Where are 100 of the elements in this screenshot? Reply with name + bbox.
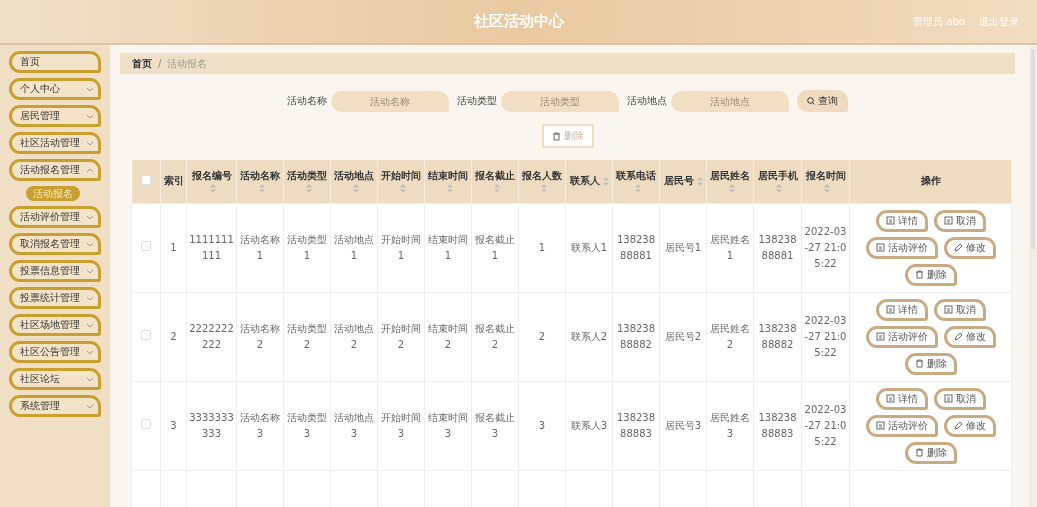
table-cell: 3 [538,419,546,431]
sort-icon[interactable] [493,184,500,194]
table-cell: 13823888881 [758,233,797,261]
trash-icon [914,270,924,279]
table-cell: 活动名称3 [240,411,280,439]
row-checkbox[interactable] [141,240,151,251]
search-field[interactable]: 活动地点 [671,90,789,112]
select-all-checkbox[interactable] [140,175,151,186]
sidebar-item[interactable]: 社区活动管理 [9,132,101,154]
column-header: 报名编号 [191,169,232,181]
column-header: 结束时间 [428,169,468,181]
table-cell: 居民姓名3 [710,411,750,439]
chevron-down-icon [86,295,94,301]
query-button[interactable]: 查询 [797,90,848,112]
trash-icon [914,359,924,368]
document-icon [943,216,953,225]
sidebar-item[interactable]: 投票统计管理 [9,287,101,309]
sidebar-item[interactable]: 居民管理 [9,105,101,127]
search-field[interactable]: 活动名称 [331,90,449,112]
table-cell: 2022-03-27 21:05:22 [804,403,847,447]
chevron-down-icon [86,86,94,92]
field-label: 活动类型 [457,94,497,108]
pencil-icon [953,332,963,341]
table-cell: 13823888883 [758,411,797,439]
sort-icon[interactable] [352,184,359,194]
row-checkbox[interactable] [141,329,151,340]
sidebar-item[interactable]: 社区论坛 [9,368,101,390]
table-cell: 开始时间1 [381,233,421,261]
document-icon [875,332,885,341]
field-label: 活动名称 [287,94,327,108]
sort-icon[interactable] [399,184,406,194]
table-cell: 3333333333 [189,411,234,439]
action-button[interactable]: 取消 [933,209,986,232]
table-cell: 联系人3 [570,419,608,431]
row-checkbox[interactable] [141,418,151,429]
chevron-down-icon [86,241,94,247]
action-button[interactable]: 删除 [904,352,957,375]
sidebar-item[interactable]: 个人中心 [9,78,101,100]
trash-icon [914,448,924,457]
column-header: 联系电话 [616,169,656,181]
action-button[interactable]: 详情 [875,298,928,321]
action-button[interactable]: 修改 [943,414,996,437]
table-cell: 联系人2 [570,330,608,342]
action-button[interactable]: 详情 [875,387,928,410]
document-icon [943,394,953,403]
sidebar-item[interactable]: 活动评价管理 [9,206,101,228]
action-button[interactable]: 取消 [933,298,986,321]
document-icon [885,216,895,225]
sidebar-item[interactable]: 取消报名管理 [9,233,101,255]
table-cell: 13823888881 [616,233,656,261]
sort-icon[interactable] [258,184,265,194]
sort-icon[interactable] [824,184,830,194]
breadcrumb-separator: / [158,58,162,69]
sort-icon[interactable] [728,184,735,194]
action-button[interactable]: 修改 [943,325,996,348]
sort-icon[interactable] [305,184,312,194]
table-cell: 2022-03-27 21:05:22 [804,314,847,358]
sidebar-item[interactable]: 首页 [9,51,101,73]
breadcrumb-item[interactable]: 首页 [132,56,152,71]
sort-icon[interactable] [210,184,216,194]
sidebar-item[interactable]: 投票信息管理 [9,260,101,282]
sort-icon[interactable] [602,176,609,186]
sort-icon[interactable] [776,184,782,194]
table-cell: 活动地点3 [334,411,374,439]
chevron-down-icon [86,349,94,355]
sort-icon[interactable] [446,184,453,194]
search-field[interactable]: 活动类型 [501,90,619,112]
table-cell: 2222222222 [189,322,234,350]
sidebar-item[interactable]: 社区公告管理 [9,341,101,363]
sort-icon[interactable] [540,184,547,194]
sort-icon[interactable] [696,176,703,186]
search-icon [807,97,815,105]
sort-icon[interactable] [634,184,641,194]
table-cell: 13823888883 [616,411,656,439]
chevron-down-icon [86,113,94,119]
column-header: 活动类型 [287,169,327,181]
action-button[interactable]: 删除 [904,263,957,286]
action-button[interactable]: 取消 [933,387,986,410]
table-cell: 联系人1 [570,241,608,253]
trash-icon [551,131,561,141]
table-cell: 活动类型2 [287,322,327,350]
column-header: 报名截止 [475,169,515,181]
column-header: 活动地点 [334,169,374,181]
action-button[interactable]: 活动评价 [865,325,938,348]
column-header: 居民姓名 [710,169,750,181]
column-header: 居民手机 [757,169,798,181]
column-header: 开始时间 [381,169,421,181]
chevron-down-icon [86,140,94,146]
action-button[interactable]: 删除 [904,441,957,464]
sidebar-item[interactable]: 活动报名管理 [9,159,101,181]
breadcrumb-item: 活动报名 [167,56,208,71]
table-cell: 报名截止2 [475,322,515,350]
action-button[interactable]: 详情 [875,209,928,232]
sidebar-item[interactable]: 社区场地管理 [9,314,101,336]
column-header: 报名人数 [522,169,562,181]
sidebar-item[interactable]: 系统管理 [9,395,101,417]
action-button[interactable]: 活动评价 [865,414,938,437]
table-cell: 结束时间3 [428,411,468,439]
action-button[interactable]: 修改 [943,236,996,259]
action-button[interactable]: 活动评价 [865,236,938,259]
